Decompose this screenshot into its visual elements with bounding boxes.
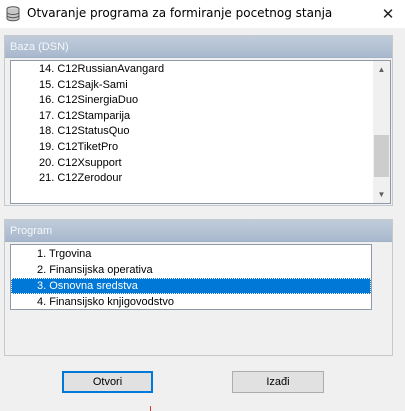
database-list[interactable]: 14. C12RussianAvangard 15. C12Sajk-Sami 16…: [10, 60, 391, 204]
program-group: Program 1. Trgovina 2. Finansijska operat…: [4, 219, 393, 356]
database-list-item[interactable]: 14. C12RussianAvangard: [11, 62, 373, 78]
program-list-item[interactable]: 1. Trgovina: [11, 246, 371, 262]
database-list-item[interactable]: 21. C12Zerodour: [11, 171, 373, 187]
program-list-item[interactable]: 2. Finansijska operativa: [11, 262, 371, 278]
program-group-header: Program: [5, 220, 392, 242]
database-list-item[interactable]: 20. C12Xsupport: [11, 156, 373, 172]
scroll-up-arrow-icon[interactable]: ▲: [373, 61, 390, 78]
database-list-scrollbar[interactable]: ▲ ▼: [373, 61, 390, 203]
database-list-rows: 14. C12RussianAvangard 15. C12Sajk-Sami 16…: [11, 61, 373, 203]
program-list-item[interactable]: 3. Osnovna sredstva: [11, 278, 371, 294]
scrollbar-thumb[interactable]: [374, 134, 389, 177]
database-group-header: Baza (DSN): [5, 36, 392, 58]
open-button[interactable]: Otvori: [62, 371, 153, 393]
program-list-item[interactable]: 4. Finansijsko knjigovodstvo: [11, 294, 371, 309]
database-list-item[interactable]: 15. C12Sajk-Sami: [11, 78, 373, 94]
database-list-item[interactable]: 16. C12SinergiaDuo: [11, 93, 373, 109]
database-list-item[interactable]: 17. C12Stamparija: [11, 109, 373, 125]
program-list-rows: 1. Trgovina 2. Finansijska operativa 3. Os…: [11, 245, 371, 309]
database-list-item[interactable]: 18. C12StatusQuo: [11, 124, 373, 140]
database-group: Baza (DSN) 14. C12RussianAvangard 15. C12…: [4, 35, 393, 206]
database-icon: [6, 6, 20, 22]
close-icon[interactable]: ✕: [371, 0, 405, 28]
window-title: Otvaranje programa za formiranje pocetno…: [27, 6, 333, 20]
program-list[interactable]: 1. Trgovina 2. Finansijska operativa 3. Os…: [10, 244, 372, 310]
database-list-item[interactable]: 19. C12TiketPro: [11, 140, 373, 156]
title-bar: Otvaranje programa za formiranje pocetno…: [0, 0, 405, 28]
exit-button[interactable]: Izađi: [232, 371, 324, 393]
scroll-down-arrow-icon[interactable]: ▼: [373, 186, 390, 203]
marker: [150, 406, 151, 411]
